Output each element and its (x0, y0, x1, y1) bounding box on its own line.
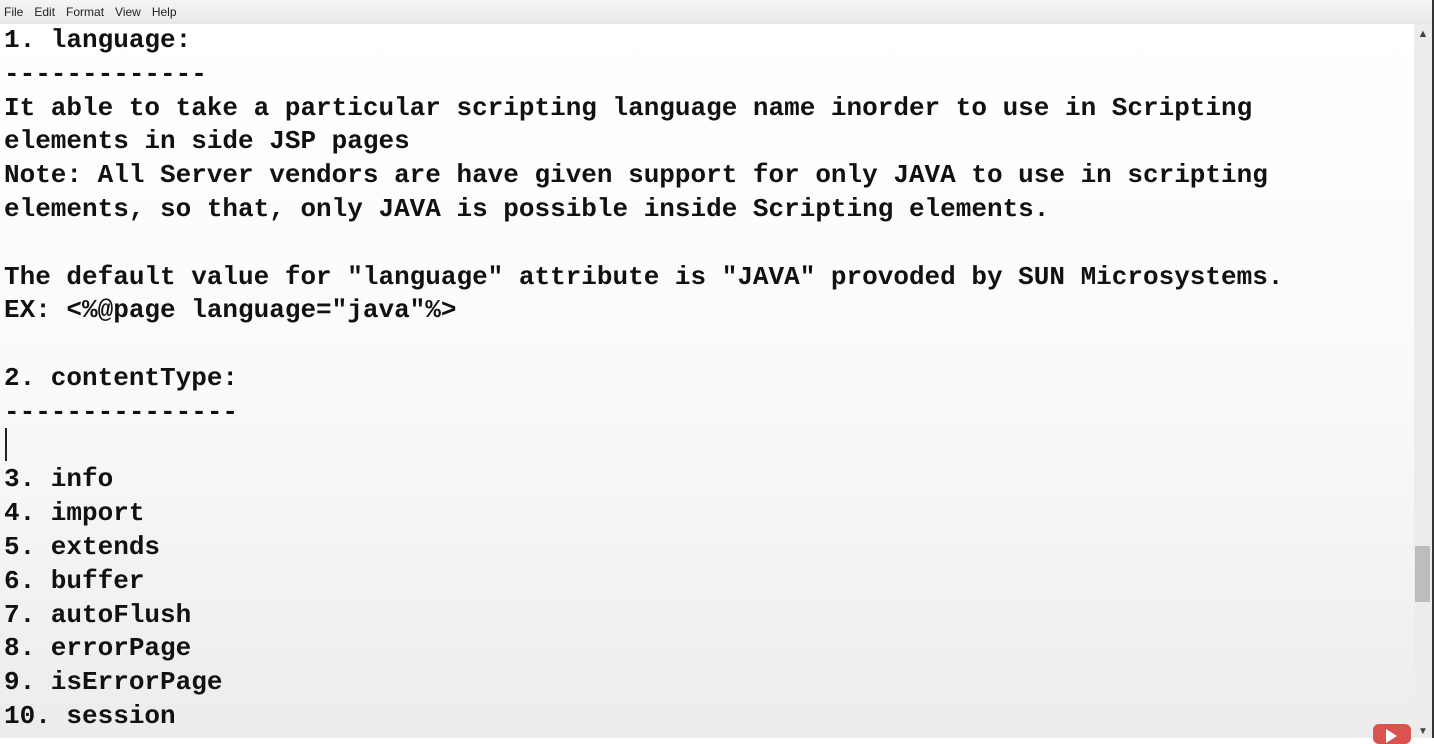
text-line: 8. errorPage (4, 633, 192, 664)
menu-help[interactable]: Help (152, 5, 177, 19)
text-line: 2. contentType: (4, 362, 239, 393)
text-editor-area[interactable]: 1. language: ------------- It able to ta… (0, 24, 1414, 738)
text-line: elements in side JSP pages (4, 126, 410, 157)
text-line: Note: All Server vendors are have given … (4, 160, 1268, 191)
text-line: 9. isErrorPage (4, 667, 223, 698)
text-line: EX: <%@page language="java"%> (4, 295, 457, 326)
text-line: 3. info (4, 464, 114, 495)
scroll-up-arrow-icon[interactable]: ▲ (1416, 28, 1430, 40)
menu-bar: File Edit Format View Help (0, 0, 1434, 24)
text-line: 7. autoFlush (4, 599, 192, 630)
youtube-logo-icon (1373, 724, 1411, 744)
vertical-scrollbar[interactable] (1414, 24, 1432, 738)
text-line: The default value for "language" attribu… (4, 261, 1284, 292)
menu-file[interactable]: File (4, 5, 23, 19)
text-line (0, 430, 1414, 464)
text-line: 6. buffer (4, 565, 145, 596)
text-line (0, 227, 1414, 261)
text-line: 5. extends (4, 531, 161, 562)
scroll-down-arrow-icon[interactable]: ▼ (1416, 726, 1430, 738)
text-line: 10. session (4, 700, 176, 731)
menu-format[interactable]: Format (66, 5, 104, 19)
menu-edit[interactable]: Edit (34, 5, 55, 19)
text-caret (5, 428, 7, 461)
text-line: --------------- (4, 396, 239, 427)
text-line: 4. import (4, 498, 145, 529)
text-line: 1. language: (4, 25, 192, 55)
scrollbar-thumb[interactable] (1415, 546, 1430, 602)
text-line: ------------- (4, 58, 207, 89)
menu-view[interactable]: View (115, 5, 141, 19)
text-line: It able to take a particular scripting l… (4, 92, 1253, 123)
text-line: elements, so that, only JAVA is possible… (4, 193, 1050, 224)
text-line (0, 328, 1414, 362)
